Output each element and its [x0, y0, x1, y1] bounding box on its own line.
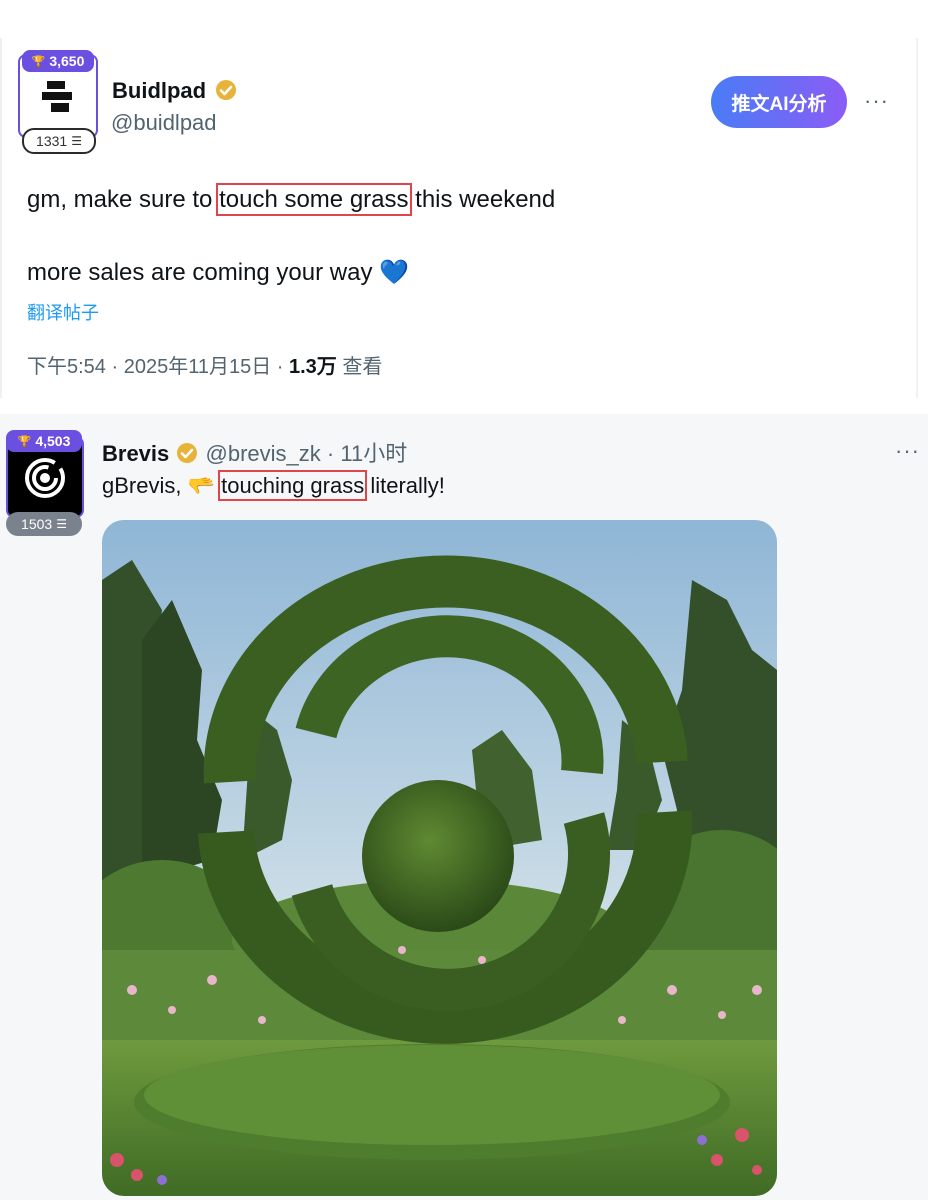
ai-analyze-button[interactable]: 推文AI分析: [711, 76, 847, 128]
author-display-name[interactable]: Brevis: [102, 441, 169, 466]
tweet-text: gBrevis, 🫳 touching grass literally!: [102, 470, 445, 501]
tweet-text-segment: more sales are coming your way: [27, 259, 373, 286]
author-row: Brevis @brevis_zk · 11小时: [102, 436, 407, 468]
tweet-text-line2: more sales are coming your way 💙: [27, 258, 409, 288]
tweet-text-line1: gm, make sure to touch some grass this w…: [27, 183, 556, 216]
highlighted-phrase: touch some grass: [216, 183, 412, 216]
menu-lines-icon: ☰: [71, 134, 82, 148]
more-options-icon[interactable]: ···: [864, 90, 889, 112]
post-time-ago[interactable]: 11小时: [340, 441, 407, 466]
buidlpad-logo-icon: [42, 81, 72, 112]
verified-badge-icon: [216, 80, 237, 101]
follow-count-badge: 1503 ☰: [6, 512, 82, 536]
author-display-name[interactable]: Buidlpad: [112, 78, 206, 103]
follower-rank-badge: 🏆 4,503: [6, 430, 82, 452]
follow-count: 1503: [21, 516, 53, 532]
grass-logo-sculpture-image: [102, 520, 777, 1196]
follower-rank-badge: 🏆 3,650: [22, 50, 94, 72]
meta-separator: ·: [105, 356, 124, 378]
views-count: 1.3万: [289, 356, 337, 378]
follow-count: 1331: [36, 133, 68, 149]
avatar-buidlpad[interactable]: 🏆 3,650 1331 ☰: [18, 48, 98, 154]
avatar-brevis[interactable]: 🏆 4,503 1503 ☰: [6, 430, 86, 538]
hand-emoji: 🫳: [187, 473, 215, 498]
follower-rank-count: 4,503: [35, 433, 71, 449]
meta-separator: ·: [320, 441, 341, 466]
tweet-time[interactable]: 下午5:54: [27, 356, 106, 378]
blue-heart-emoji: 💙: [379, 259, 410, 286]
trophy-icon: 🏆: [31, 55, 46, 68]
translate-post-link[interactable]: 翻译帖子: [27, 299, 99, 325]
author-name-row: Buidlpad: [112, 78, 238, 104]
follow-count-badge: 1331 ☰: [22, 128, 96, 154]
post-image[interactable]: [102, 520, 777, 1196]
verified-badge-icon: [177, 443, 198, 464]
brevis-logo-icon: [25, 458, 65, 498]
more-options-icon[interactable]: ···: [895, 440, 920, 462]
trophy-icon: 🏆: [17, 435, 32, 448]
menu-lines-icon: ☰: [56, 517, 67, 531]
tweet-meta: 下午5:54 · 2025年11月15日 · 1.3万 查看: [27, 350, 382, 379]
author-handle[interactable]: @brevis_zk: [206, 441, 321, 466]
tweet-text-segment: this weekend: [408, 186, 556, 213]
tweet-text-segment: literally!: [364, 473, 445, 498]
tweet-buidlpad: 🏆 3,650 1331 ☰ Buidlpad @buidlpad 推文AI分析…: [0, 0, 928, 410]
views-label: 查看: [336, 356, 383, 378]
follower-rank-count: 3,650: [49, 53, 85, 69]
author-handle[interactable]: @buidlpad: [111, 110, 217, 136]
tweet-text-segment: gBrevis,: [102, 473, 188, 498]
meta-separator: ·: [271, 356, 289, 378]
tweet-text-segment: gm, make sure to: [27, 186, 220, 213]
highlighted-phrase: touching grass: [218, 470, 368, 501]
tweet-date[interactable]: 2025年11月15日: [124, 356, 272, 378]
